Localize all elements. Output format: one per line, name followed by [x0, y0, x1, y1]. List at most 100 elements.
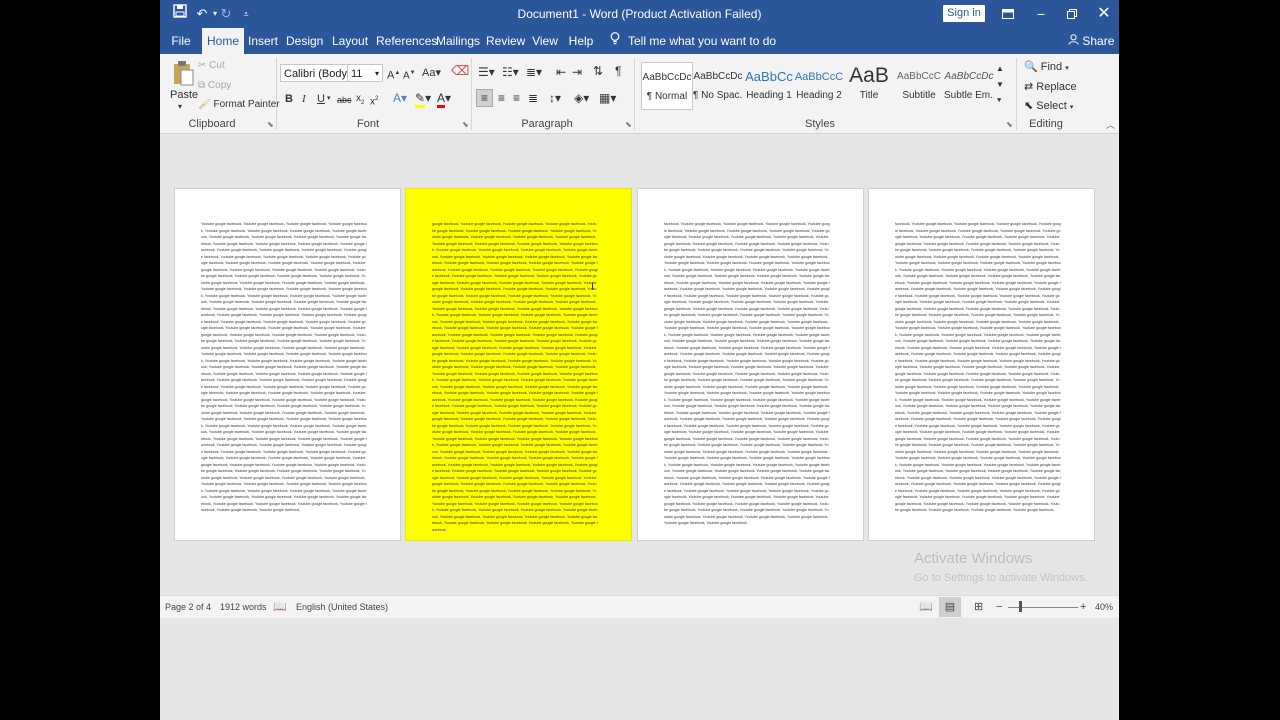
format-painter-button[interactable]: 🖌 Format Painter [198, 99, 280, 110]
align-center-icon[interactable]: ≡ [498, 91, 505, 105]
document-area[interactable]: Youtube google facebook, Youtube google … [160, 134, 1119, 594]
restore-icon[interactable] [1056, 0, 1088, 28]
tab-insert[interactable]: Insert [248, 28, 278, 54]
clipboard-launcher-icon[interactable]: ⬊ [267, 120, 274, 129]
underline-icon[interactable]: U [317, 92, 325, 106]
replace-button[interactable]: ⇄ Replace [1024, 80, 1077, 93]
sign-in-button[interactable]: Sign in [943, 5, 985, 22]
page-4[interactable]: facebook, Youtube google facebook, Youtu… [868, 188, 1095, 541]
strikethrough-icon[interactable]: abc [337, 93, 352, 107]
align-left-icon[interactable]: ≡ [476, 89, 493, 107]
select-button[interactable]: ⬉ Select ▾ [1024, 99, 1073, 112]
title-bar: ↶ ▾ ↻ ⩡ Document1 - Word (Product Activa… [160, 0, 1119, 28]
zoom-slider-thumb[interactable] [1018, 601, 1022, 612]
minimize-icon[interactable]: − [1025, 0, 1057, 28]
text-cursor-icon: I [591, 281, 595, 293]
bullets-icon[interactable]: ☰▾ [478, 65, 495, 79]
shrink-font-icon[interactable]: A▼ [403, 66, 416, 83]
bold-icon[interactable]: B [285, 92, 293, 106]
paste-button[interactable]: Paste [170, 89, 198, 101]
change-case-icon[interactable]: Aa▾ [422, 66, 441, 80]
web-layout-icon[interactable]: ⊞ [974, 596, 983, 618]
styles-scroll-down-icon[interactable]: ▼ [996, 78, 1004, 92]
tab-design[interactable]: Design [286, 28, 323, 54]
find-button[interactable]: 🔍 Find ▾ [1024, 60, 1069, 73]
justify-icon[interactable]: ≣ [528, 91, 538, 105]
grow-font-icon[interactable]: A▲ [387, 66, 400, 83]
numbering-icon[interactable]: ☷▾ [502, 65, 519, 79]
style-heading-2[interactable]: AaBbCcC Heading 2 [794, 62, 844, 108]
language-indicator[interactable]: English (United States) [296, 596, 388, 618]
highlight-color-icon[interactable]: ✎▾ [415, 91, 431, 108]
page-2[interactable]: google facebook, Youtube google facebook… [405, 188, 632, 541]
styles-more-icon[interactable]: ⯆ [996, 94, 1002, 108]
copy-button[interactable]: ⧉ Copy [198, 80, 231, 91]
style-normal[interactable]: AaBbCcDc ¶ Normal [641, 62, 693, 110]
zoom-in-button[interactable]: + [1080, 596, 1086, 618]
ribbon-display-icon[interactable] [992, 0, 1024, 28]
page-text: Youtube google facebook, Youtube google … [201, 222, 367, 512]
pilcrow-icon[interactable]: ¶ [615, 64, 621, 78]
tab-file[interactable]: File [166, 28, 196, 54]
style-no-spacing[interactable]: AaBbCcDc ¶ No Spac... [693, 62, 743, 108]
style-subtle-emphasis[interactable]: AaBbCcDc Subtle Em... [944, 62, 994, 108]
style-title[interactable]: AaB Title [844, 62, 894, 108]
underline-dropdown-icon[interactable]: ▾ [327, 92, 331, 106]
tab-references[interactable]: References [376, 28, 437, 54]
editing-group-label: Editing [1029, 118, 1063, 130]
styles-scroll-up-icon[interactable]: ▲ [996, 62, 1004, 76]
style-preview: AaBbCcC [897, 71, 941, 82]
style-name: Title [859, 90, 879, 101]
cut-label: Cut [209, 60, 225, 71]
superscript-icon[interactable]: x2 [370, 92, 378, 109]
style-subtitle[interactable]: AaBbCcC Subtitle [894, 62, 944, 108]
paragraph-launcher-icon[interactable]: ⬊ [625, 120, 632, 129]
tab-view[interactable]: View [530, 28, 560, 54]
text-effects-icon[interactable]: A▾ [393, 91, 407, 105]
page-3[interactable]: facebook, Youtube google facebook, Youtu… [637, 188, 864, 541]
lightbulb-icon [610, 28, 620, 54]
close-icon[interactable]: ✕ [1088, 0, 1119, 28]
italic-icon[interactable]: I [302, 92, 306, 106]
font-size-combo[interactable]: 11 ▾ [347, 64, 383, 82]
font-color-icon[interactable]: A▾ [437, 91, 451, 108]
tab-layout[interactable]: Layout [332, 28, 368, 54]
subscript-icon[interactable]: x2 [356, 92, 364, 110]
word-count[interactable]: 1912 words [220, 596, 267, 618]
shading-icon[interactable]: ◈▾ [574, 91, 589, 105]
multilevel-list-icon[interactable]: ≣▾ [526, 65, 542, 79]
tab-home[interactable]: Home [202, 28, 244, 54]
font-group-label: Font [356, 118, 379, 130]
tab-help[interactable]: Help [566, 28, 596, 54]
decrease-indent-icon[interactable]: ⇤ [556, 65, 566, 79]
page-1[interactable]: Youtube google facebook, Youtube google … [174, 188, 401, 541]
zoom-level[interactable]: 40% [1095, 596, 1113, 618]
tab-mailings[interactable]: Mailings [436, 28, 480, 54]
collapse-ribbon-icon[interactable]: ︿ [1106, 118, 1115, 132]
clear-formatting-icon[interactable]: ⌫ [451, 64, 469, 78]
align-right-icon[interactable]: ≡ [513, 91, 520, 105]
styles-launcher-icon[interactable]: ⬊ [1006, 120, 1013, 129]
font-launcher-icon[interactable]: ⬊ [462, 120, 469, 129]
style-heading-1[interactable]: AaBbCc Heading 1 [744, 62, 794, 108]
font-name-combo[interactable]: Calibri (Body [280, 64, 348, 82]
borders-icon[interactable]: ▦▾ [599, 91, 616, 105]
group-divider [1016, 58, 1017, 130]
scissors-icon: ✂ [198, 60, 207, 71]
share-button[interactable]: Share [1068, 28, 1114, 54]
print-layout-icon[interactable]: ▤ [939, 597, 961, 617]
increase-indent-icon[interactable]: ⇥ [572, 65, 582, 79]
zoom-out-button[interactable]: − [996, 596, 1002, 618]
read-mode-icon[interactable]: 📖 [919, 596, 933, 618]
style-name: Heading 2 [796, 90, 842, 101]
page-indicator[interactable]: Page 2 of 4 [165, 596, 211, 618]
line-spacing-icon[interactable]: ↕▾ [549, 91, 561, 105]
tab-review[interactable]: Review [486, 28, 525, 54]
cut-button[interactable]: ✂ Cut [198, 60, 225, 71]
paste-icon[interactable] [172, 60, 194, 88]
paste-dropdown-icon[interactable]: ▾ [178, 102, 182, 111]
proofing-icon[interactable]: 📖 [273, 596, 287, 618]
tell-me-search[interactable]: Tell me what you want to do [610, 28, 776, 54]
status-bar: Page 2 of 4 1912 words 📖 English (United… [160, 595, 1119, 618]
sort-icon[interactable]: ⇅ [593, 64, 603, 78]
